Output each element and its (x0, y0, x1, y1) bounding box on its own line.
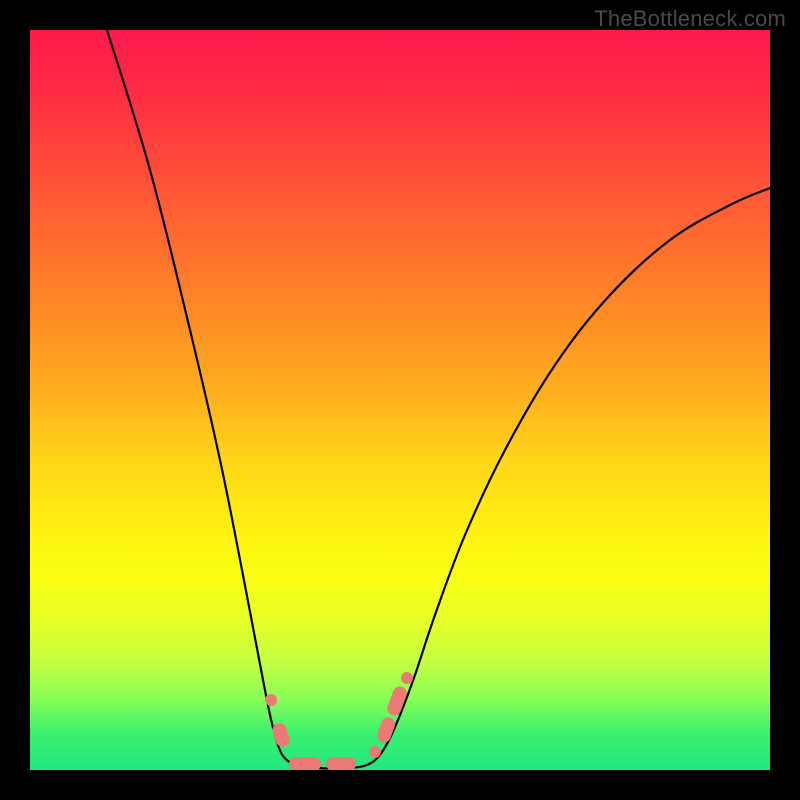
curves-svg (30, 30, 770, 770)
marker-dot (401, 672, 413, 684)
marker-pill (326, 757, 356, 770)
left-curve (107, 30, 330, 769)
right-curve (330, 188, 770, 769)
valley-markers (265, 672, 413, 770)
marker-dot (265, 694, 277, 706)
attribution-text: TheBottleneck.com (594, 6, 786, 32)
marker-dot (369, 746, 381, 758)
marker-pill (289, 757, 321, 770)
plot-area (30, 30, 770, 770)
chart-frame: TheBottleneck.com (0, 0, 800, 800)
marker-pill (271, 721, 292, 748)
